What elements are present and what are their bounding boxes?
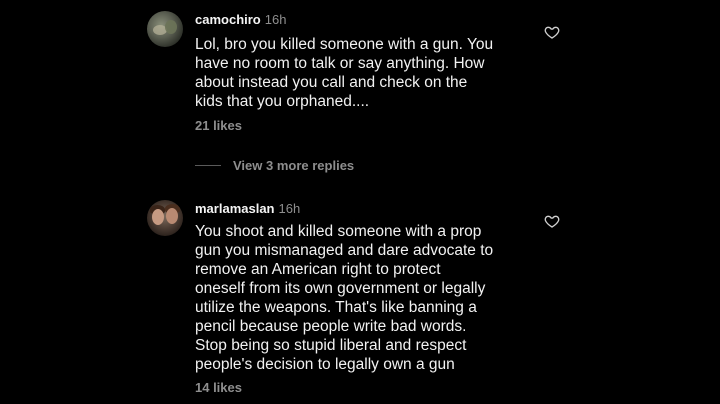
- timestamp[interactable]: 16h: [265, 12, 287, 27]
- comment-header: camochiro 16h: [195, 12, 286, 27]
- view-replies-label[interactable]: View 3 more replies: [233, 158, 354, 173]
- comment-text: Lol, bro you killed someone with a gun. …: [195, 36, 494, 110]
- like-count[interactable]: 21 likes: [195, 118, 242, 133]
- comment-header: marlamaslan 16h: [195, 201, 300, 216]
- heart-icon[interactable]: [544, 24, 560, 40]
- username[interactable]: marlamaslan: [195, 201, 275, 216]
- username[interactable]: camochiro: [195, 12, 261, 27]
- timestamp[interactable]: 16h: [279, 201, 301, 216]
- avatar[interactable]: [147, 200, 183, 236]
- comment-text: You shoot and killed someone with a prop…: [195, 223, 494, 373]
- heart-icon[interactable]: [544, 213, 560, 229]
- replies-divider: [195, 165, 221, 166]
- like-count[interactable]: 14 likes: [195, 380, 242, 395]
- avatar[interactable]: [147, 11, 183, 47]
